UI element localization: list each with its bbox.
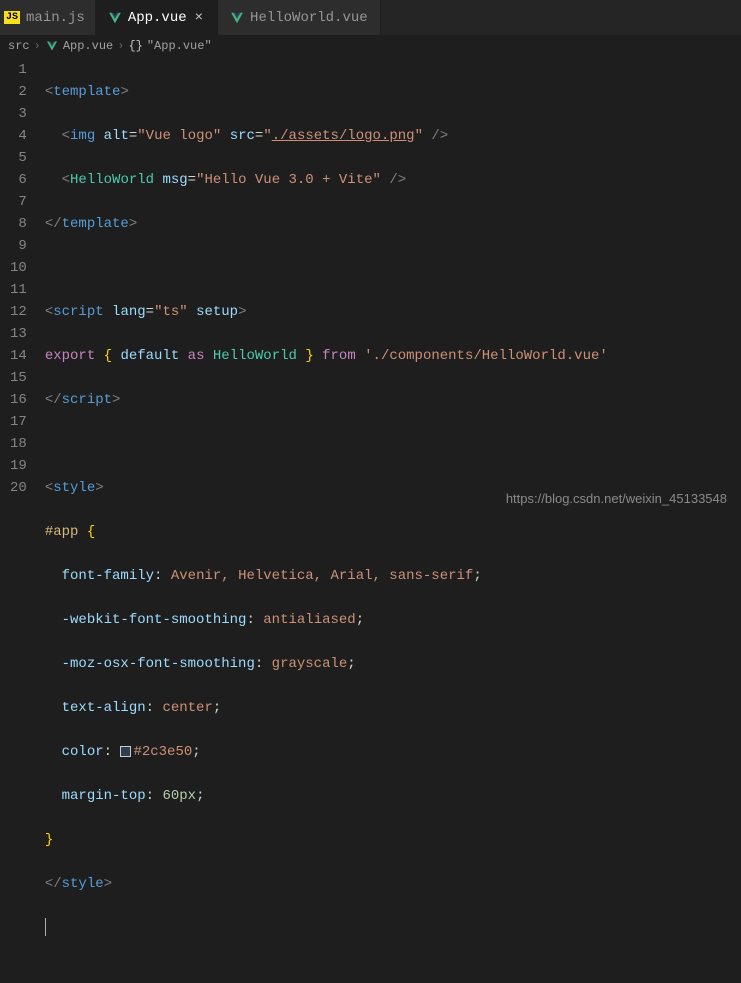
vue-icon <box>108 11 122 25</box>
line-number: 17 <box>10 411 27 433</box>
close-icon[interactable]: × <box>193 10 205 26</box>
line-number: 13 <box>10 323 27 345</box>
braces-icon: {} <box>128 39 142 53</box>
breadcrumb-segment[interactable]: App.vue <box>63 39 113 53</box>
code-editor[interactable]: 1 2 3 4 5 6 7 8 9 10 11 12 13 14 15 16 1… <box>0 57 741 983</box>
line-number: 2 <box>10 81 27 103</box>
line-number: 4 <box>10 125 27 147</box>
line-number: 12 <box>10 301 27 323</box>
line-number: 8 <box>10 213 27 235</box>
breadcrumb: src › App.vue › {} "App.vue" <box>0 35 741 57</box>
tab-helloworld-vue[interactable]: HelloWorld.vue <box>218 0 381 35</box>
tab-bar: JS main.js App.vue × HelloWorld.vue <box>0 0 741 35</box>
javascript-icon: JS <box>4 11 20 24</box>
line-number: 18 <box>10 433 27 455</box>
line-numbers: 1 2 3 4 5 6 7 8 9 10 11 12 13 14 15 16 1… <box>0 59 45 983</box>
line-number: 3 <box>10 103 27 125</box>
tab-label: HelloWorld.vue <box>250 10 368 26</box>
breadcrumb-segment[interactable]: "App.vue" <box>147 39 212 53</box>
tab-main-js[interactable]: JS main.js <box>0 0 96 35</box>
vue-icon <box>230 11 244 25</box>
line-number: 5 <box>10 147 27 169</box>
line-number: 10 <box>10 257 27 279</box>
line-number: 9 <box>10 235 27 257</box>
watermark: https://blog.csdn.net/weixin_45133548 <box>506 491 727 506</box>
line-number: 6 <box>10 169 27 191</box>
code-content[interactable]: <template> <img alt="Vue logo" src="./as… <box>45 59 608 983</box>
chevron-right-icon: › <box>34 39 41 53</box>
breadcrumb-segment[interactable]: src <box>8 39 30 53</box>
tab-label: App.vue <box>128 10 187 26</box>
tab-app-vue[interactable]: App.vue × <box>96 0 218 35</box>
color-swatch-icon <box>120 746 131 757</box>
line-number: 15 <box>10 367 27 389</box>
cursor <box>45 918 46 936</box>
line-number: 1 <box>10 59 27 81</box>
line-number: 7 <box>10 191 27 213</box>
vue-icon <box>45 39 59 53</box>
line-number: 20 <box>10 477 27 499</box>
line-number: 19 <box>10 455 27 477</box>
line-number: 14 <box>10 345 27 367</box>
line-number: 16 <box>10 389 27 411</box>
tab-label: main.js <box>26 10 85 26</box>
line-number: 11 <box>10 279 27 301</box>
chevron-right-icon: › <box>117 39 124 53</box>
